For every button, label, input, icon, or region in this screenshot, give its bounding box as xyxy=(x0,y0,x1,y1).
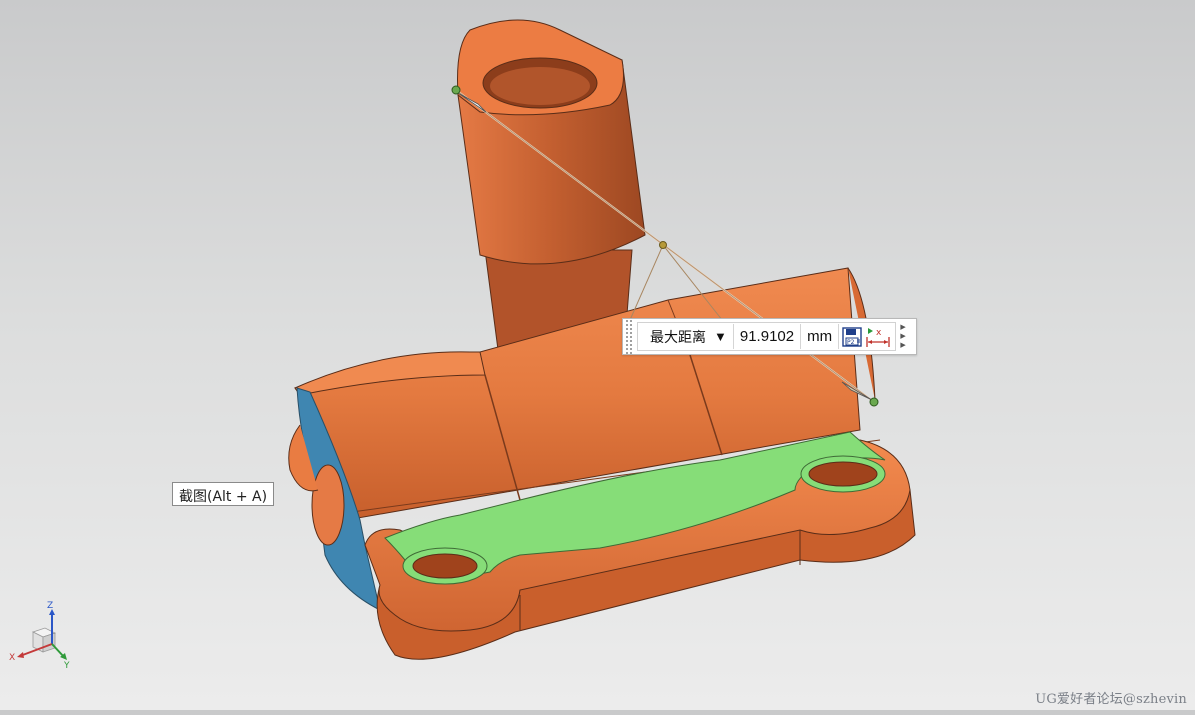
dimension-icon[interactable]: x xyxy=(865,325,891,349)
svg-text:P2: P2 xyxy=(847,339,855,346)
measure-field: 最大距离 ▼ 91.9102 mm P2 x xyxy=(637,322,897,351)
z-axis-label: Z xyxy=(47,601,53,611)
part-model xyxy=(288,19,916,660)
x-axis-label: X xyxy=(9,653,15,663)
graphics-viewport[interactable] xyxy=(0,0,1195,710)
more-options[interactable]: ▶ ▶ ▶ xyxy=(898,322,908,352)
measure-value: 91.9102 xyxy=(739,328,795,345)
screenshot-tooltip: 截图(Alt + A) xyxy=(172,482,275,506)
measure-result-toolbar: 最大距离 ▼ 91.9102 mm P2 x ▶ ▶ ▶ xyxy=(622,318,917,355)
measure-type-dropdown[interactable]: ▼ xyxy=(712,329,733,344)
expand-arrow-icon: ▶ xyxy=(900,324,906,331)
y-axis-label: Y xyxy=(63,661,70,670)
save-to-part-icon[interactable]: P2 xyxy=(839,325,865,349)
view-triad[interactable]: Z X Y xyxy=(8,600,78,671)
svg-text:x: x xyxy=(876,328,882,338)
measure-type-label[interactable]: 最大距离 xyxy=(642,327,712,347)
toolbar-grip[interactable] xyxy=(625,319,633,354)
expand-arrow-icon: ▶ xyxy=(900,333,906,340)
forum-watermark: UG爱好者论坛@szhevin xyxy=(1035,692,1187,707)
measure-unit[interactable]: mm xyxy=(801,328,838,345)
vertical-tube[interactable] xyxy=(457,19,646,366)
expand-arrow-icon: ▶ xyxy=(900,342,906,349)
